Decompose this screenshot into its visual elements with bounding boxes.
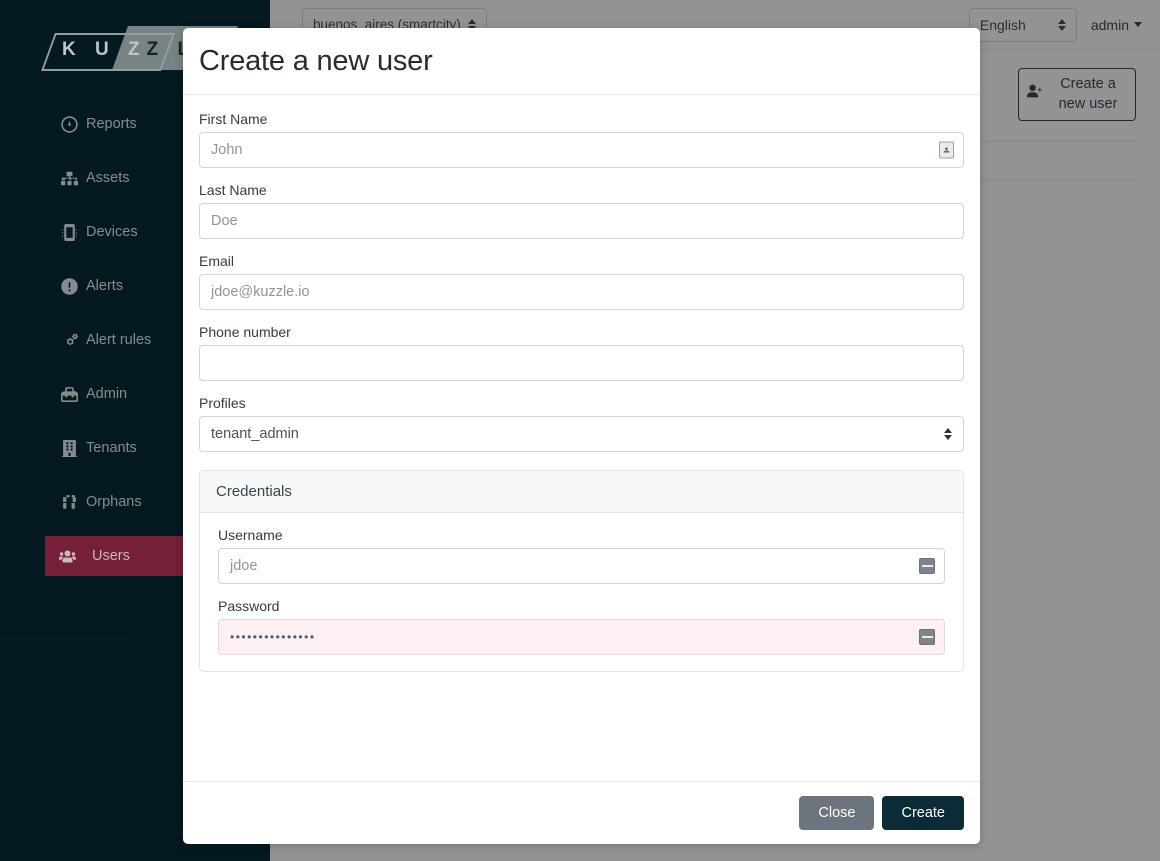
profiles-group: Profiles tenant_admin <box>199 395 964 452</box>
phone-input[interactable] <box>199 345 964 381</box>
modal-footer: Close Create <box>183 781 980 844</box>
first-name-input[interactable]: John <box>199 132 964 168</box>
modal-title: Create a new user <box>199 45 433 77</box>
username-input[interactable]: jdoe <box>218 548 945 584</box>
credentials-title: Credentials <box>216 483 292 500</box>
profiles-label: Profiles <box>199 395 246 411</box>
phone-group: Phone number <box>199 324 964 381</box>
password-group: Password ••••••••••••••• <box>218 598 945 655</box>
profiles-select-value: tenant_admin <box>211 426 299 442</box>
email-input[interactable]: jdoe@kuzzle.io <box>199 274 964 310</box>
last-name-input[interactable]: Doe <box>199 203 964 239</box>
modal-header: Create a new user <box>183 28 980 95</box>
username-input-text: jdoe <box>230 558 258 574</box>
last-name-group: Last Name Doe <box>199 182 964 239</box>
modal-body: First Name John Last Name Doe Email jdoe… <box>183 95 980 781</box>
email-group: Email jdoe@kuzzle.io <box>199 253 964 310</box>
password-input-text: ••••••••••••••• <box>230 630 316 644</box>
email-input-text: jdoe@kuzzle.io <box>211 284 310 300</box>
app-root: K U ZZ L E Reports Assets Devices <box>0 0 1160 861</box>
credentials-card: Credentials Username jdoe Password •••••… <box>199 470 964 672</box>
credentials-card-header: Credentials <box>200 471 963 513</box>
email-label: Email <box>199 253 235 269</box>
close-button[interactable]: Close <box>799 796 875 830</box>
profiles-select[interactable]: tenant_admin <box>199 416 964 452</box>
autofill-contact-icon[interactable] <box>939 141 954 159</box>
chevron-updown-icon <box>944 428 952 440</box>
create-button[interactable]: Create <box>882 796 964 830</box>
password-label: Password <box>218 598 280 614</box>
username-label: Username <box>218 527 283 543</box>
first-name-label: First Name <box>199 111 268 127</box>
first-name-group: First Name John <box>199 111 964 168</box>
username-group: Username jdoe <box>218 527 945 584</box>
create-user-modal: Create a new user First Name John Last N… <box>183 28 980 844</box>
first-name-input-text: John <box>211 142 243 158</box>
last-name-input-text: Doe <box>211 213 238 229</box>
last-name-label: Last Name <box>199 182 267 198</box>
credentials-card-body: Username jdoe Password ••••••••••••••• <box>200 513 963 671</box>
password-input[interactable]: ••••••••••••••• <box>218 619 945 655</box>
autofill-saved-icon[interactable] <box>919 629 935 645</box>
autofill-saved-icon[interactable] <box>919 558 935 574</box>
phone-label: Phone number <box>199 324 291 340</box>
